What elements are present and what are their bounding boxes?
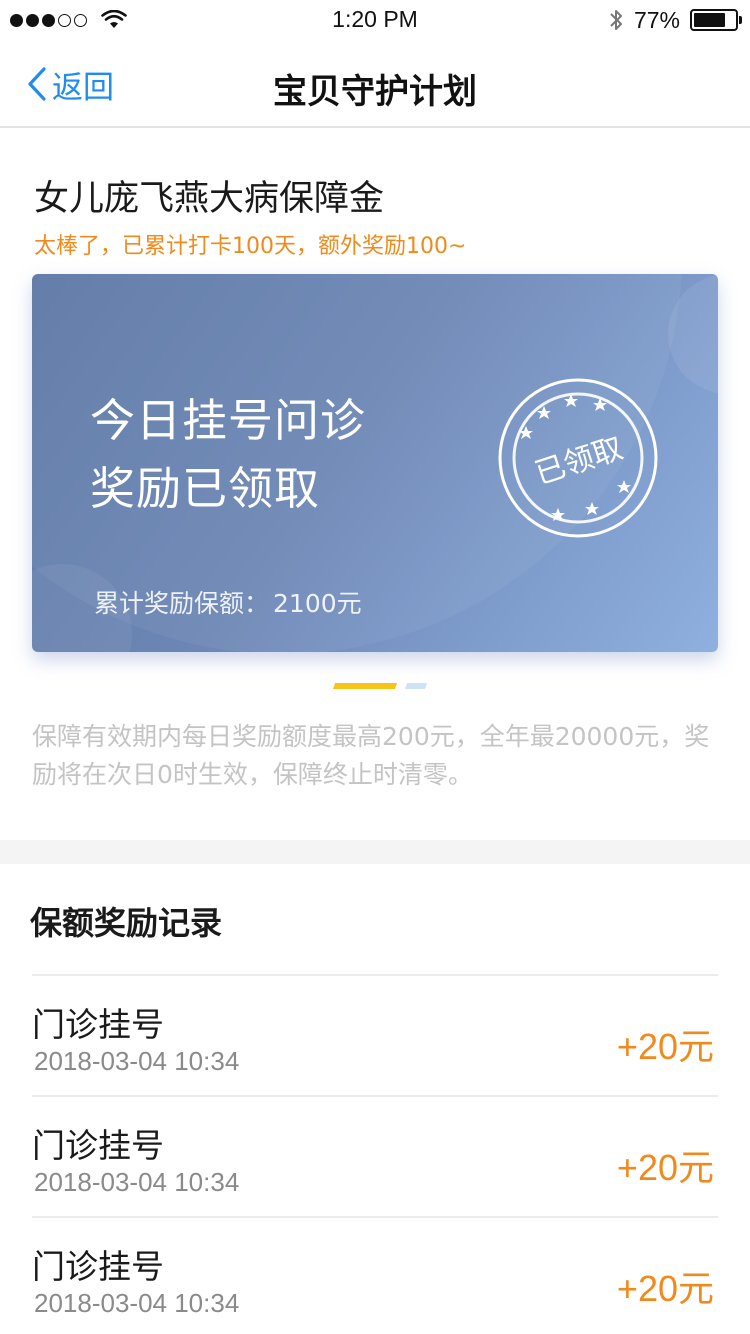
- record-row[interactable]: 门诊挂号 2018-03-04 10:34 +20元: [32, 1095, 718, 1215]
- record-name: 门诊挂号: [32, 1005, 164, 1044]
- total-value: 2100元: [273, 589, 362, 618]
- bluetooth-icon: [610, 10, 622, 30]
- record-name: 门诊挂号: [32, 1126, 164, 1165]
- record-time: 2018-03-04 10:34: [34, 1288, 240, 1318]
- coverage-note: 保障有效期内每日奖励额度最高200元，全年最20000元，奖励将在次日0时生效，…: [32, 722, 710, 789]
- section-divider: [0, 840, 750, 864]
- battery-icon: [690, 9, 742, 31]
- battery-percent: 77%: [633, 6, 680, 33]
- card-total-coverage: 累计奖励保额： 2100元: [90, 584, 362, 620]
- record-time: 2018-03-04 10:34: [34, 1046, 240, 1076]
- total-label: 累计奖励保额：: [94, 589, 270, 618]
- battery-fill: [694, 13, 725, 27]
- indicator-active: [332, 683, 398, 689]
- record-name: 门诊挂号: [32, 1247, 164, 1286]
- nav-bar: 返回 宝贝守护计划: [0, 40, 750, 128]
- card-headline-status: 奖励已领取: [90, 462, 321, 515]
- record-amount: +20元: [616, 1268, 714, 1309]
- record-time: 2018-03-04 10:34: [34, 1167, 240, 1197]
- card-headline: 今日挂号问诊: [90, 394, 367, 447]
- record-row[interactable]: 门诊挂号 2018-03-04 10:34 +20元: [32, 1216, 718, 1334]
- carousel-indicator: [332, 683, 428, 689]
- reward-card[interactable]: 今日挂号问诊 奖励已领取 累计奖励保额： 2100元 已领取: [32, 274, 718, 652]
- record-amount: +20元: [616, 1147, 714, 1188]
- indicator-inactive: [404, 683, 428, 689]
- record-amount: +20元: [616, 1026, 714, 1067]
- page-title: 宝贝守护计划: [273, 72, 477, 112]
- claimed-stamp: 已领取: [496, 376, 660, 540]
- status-bar: 1:20 PM 77%: [0, 0, 750, 40]
- plan-subtitle: 太棒了，已累计打卡100天，额外奖励100~: [34, 234, 467, 259]
- plan-title: 女儿庞飞燕大病保障金: [34, 179, 385, 219]
- records-title: 保额奖励记录: [30, 904, 223, 942]
- record-row[interactable]: 门诊挂号 2018-03-04 10:34 +20元: [32, 974, 718, 1094]
- battery-area: 77%: [608, 6, 742, 33]
